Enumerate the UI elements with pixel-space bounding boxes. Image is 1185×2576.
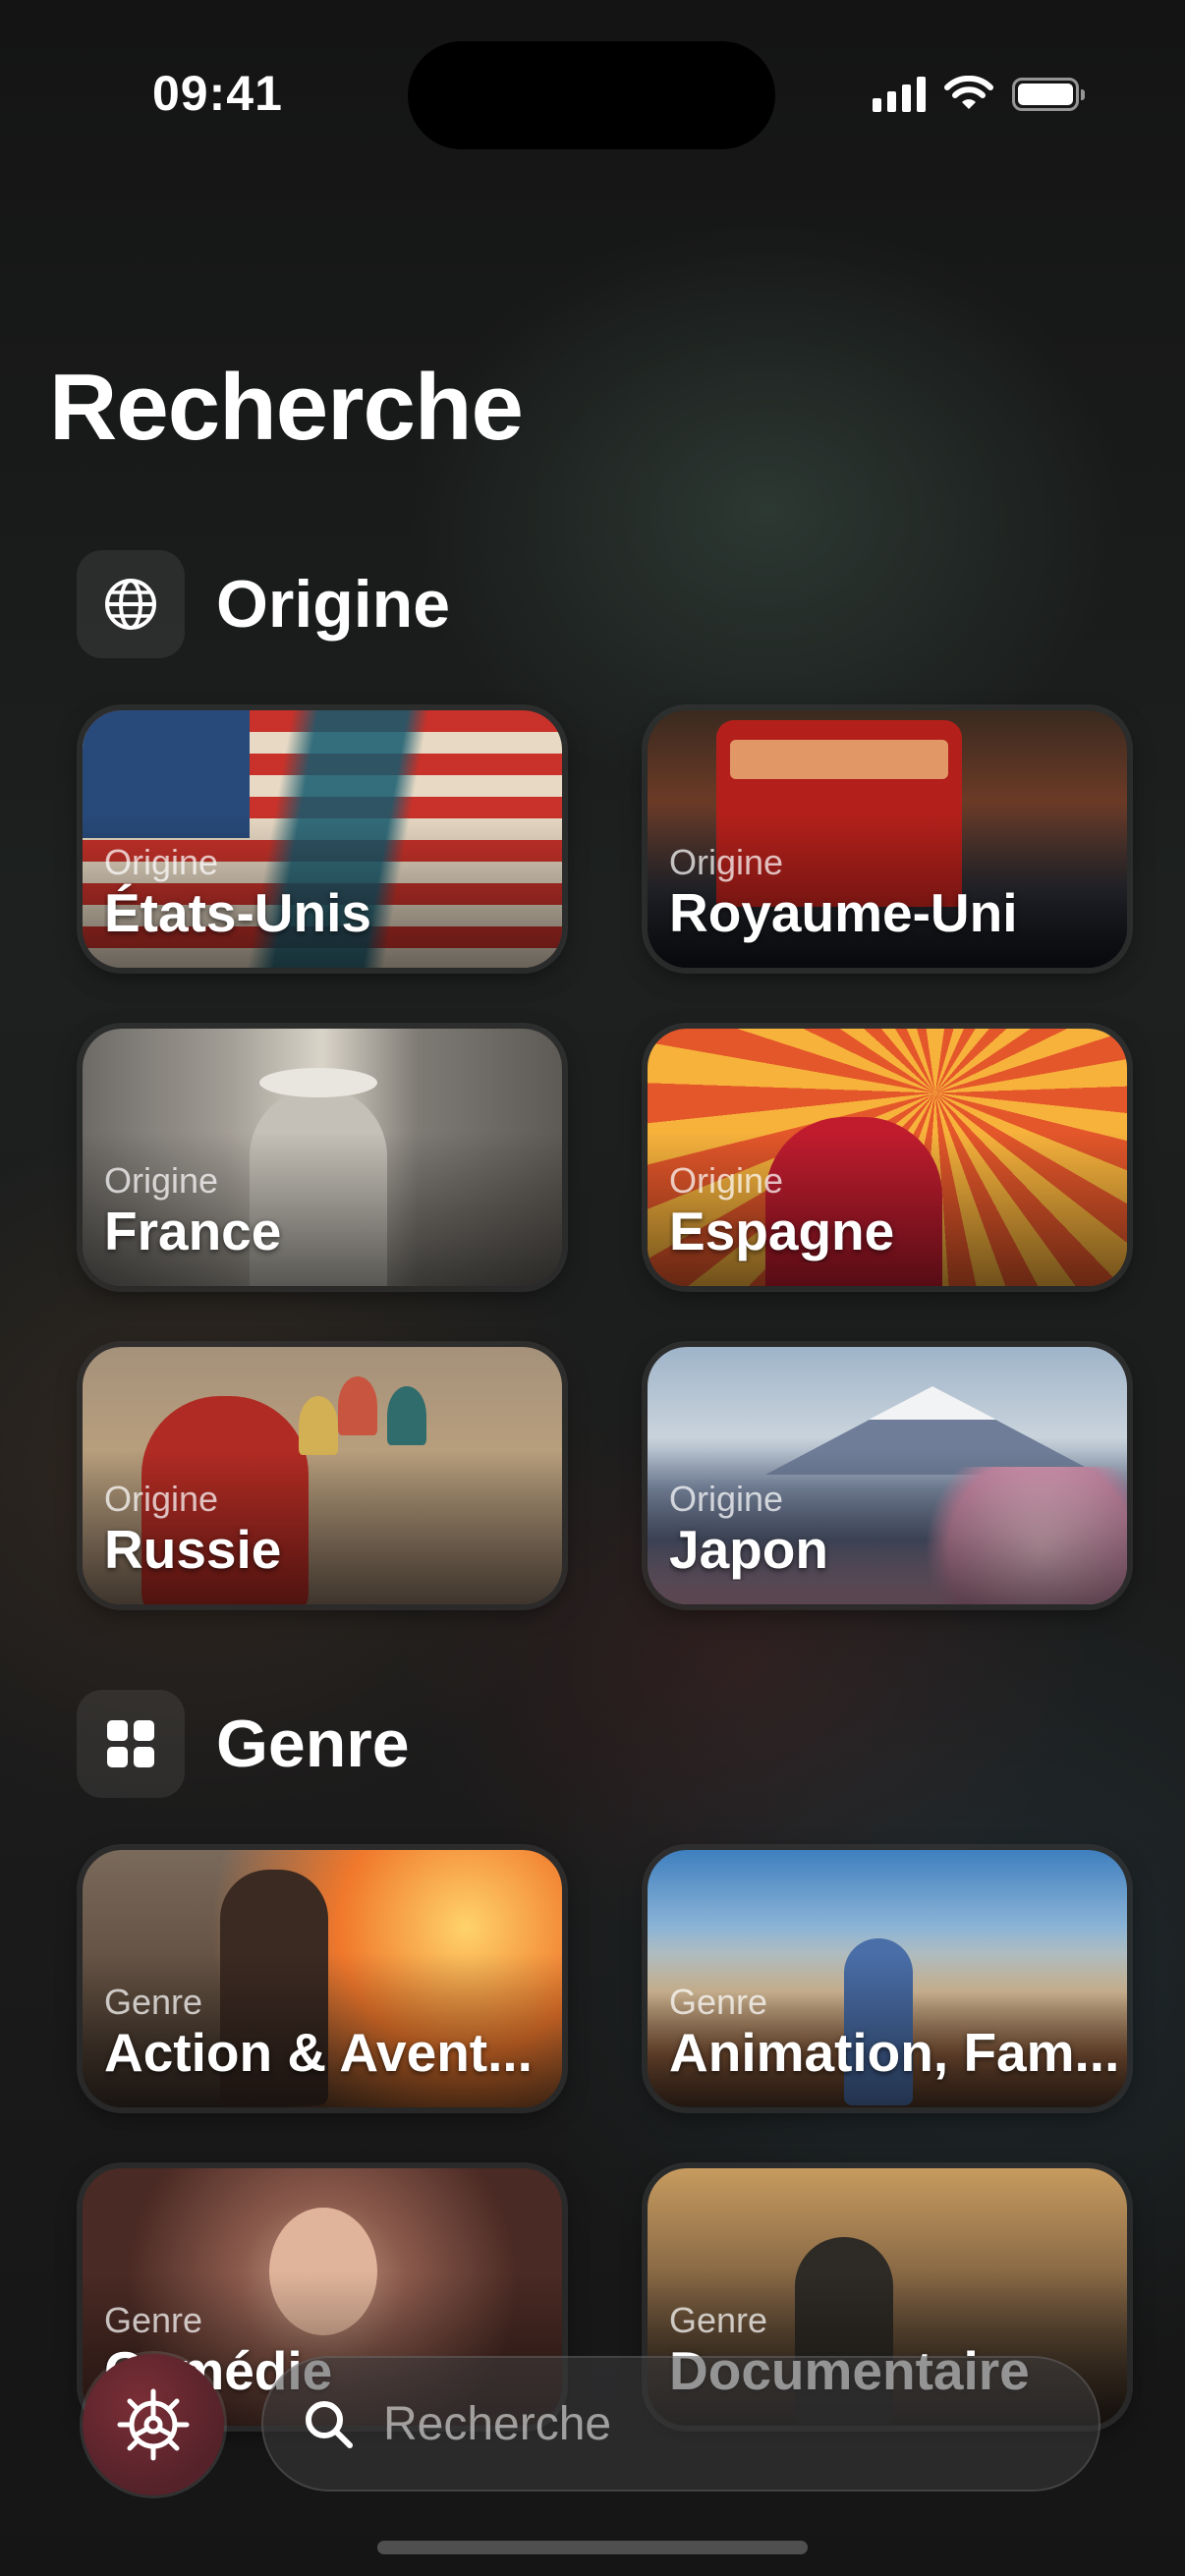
card-kicker: Genre [669, 2300, 768, 2340]
card-kicker: Origine [104, 842, 219, 882]
battery-icon [1012, 78, 1085, 111]
card-title: France [104, 1201, 282, 1261]
search-input[interactable] [381, 2395, 1100, 2452]
grid-icon [107, 1720, 154, 1767]
card-kicker: Origine [669, 842, 784, 882]
card-kicker: Origine [669, 1160, 784, 1201]
card-france[interactable]: Origine France [83, 1029, 562, 1286]
search-screen: 09:41 Recherche Origine Origine États-Un… [0, 0, 1185, 2576]
search-bar[interactable] [261, 2356, 1100, 2492]
card-etats-unis[interactable]: Origine États-Unis [83, 710, 562, 968]
gear-icon [117, 2388, 190, 2461]
globe-icon-container [77, 550, 185, 658]
domes-graphic [338, 1376, 377, 1435]
card-title: Animation, Fam... [669, 2022, 1117, 2083]
wifi-icon [944, 76, 993, 109]
card-kicker: Origine [669, 1479, 784, 1519]
page-title: Recherche [49, 355, 524, 460]
card-action-aventure[interactable]: Genre Action & Avent... [83, 1850, 562, 2107]
signal-icon [873, 77, 926, 112]
status-icons [873, 75, 1085, 114]
globe-icon [105, 579, 156, 630]
card-espagne[interactable]: Origine Espagne [648, 1029, 1127, 1286]
card-title: Japon [669, 1519, 828, 1580]
hat-graphic [259, 1068, 377, 1097]
section-title: Origine [216, 567, 451, 642]
section-header-origine: Origine [77, 550, 450, 658]
card-kicker: Origine [104, 1160, 219, 1201]
card-title: Russie [104, 1519, 282, 1580]
card-kicker: Genre [104, 2300, 203, 2340]
card-royaume-uni[interactable]: Origine Royaume-Uni [648, 710, 1127, 968]
card-kicker: Genre [104, 1982, 203, 2022]
card-japon[interactable]: Origine Japon [648, 1347, 1127, 1604]
section-header-genre: Genre [77, 1690, 410, 1798]
grid-icon-container [77, 1690, 185, 1798]
card-title: États-Unis [104, 882, 371, 943]
card-title: Espagne [669, 1201, 895, 1261]
status-time: 09:41 [152, 66, 283, 121]
card-russie[interactable]: Origine Russie [83, 1347, 562, 1604]
dynamic-island [408, 41, 775, 149]
search-icon [306, 2401, 353, 2448]
card-title: Royaume-Uni [669, 882, 1018, 943]
card-title: Action & Avent... [104, 2022, 533, 2083]
home-indicator [377, 2541, 808, 2554]
card-kicker: Genre [669, 1982, 768, 2022]
settings-button[interactable] [83, 2354, 224, 2495]
status-bar: 09:41 [0, 0, 1185, 149]
card-kicker: Origine [104, 1479, 219, 1519]
card-animation-famille[interactable]: Genre Animation, Fam... [648, 1850, 1127, 2107]
section-title: Genre [216, 1707, 410, 1781]
